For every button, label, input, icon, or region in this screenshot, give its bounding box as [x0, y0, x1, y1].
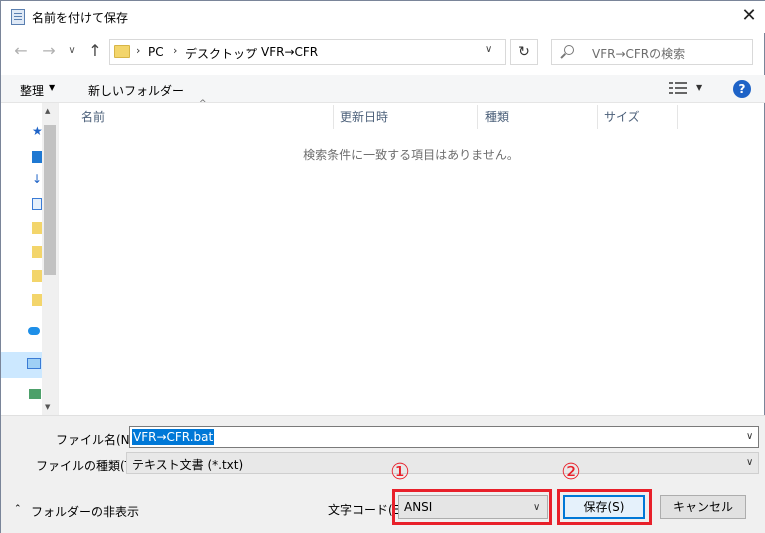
help-icon[interactable]: ? — [733, 80, 751, 98]
onedrive-cloud-icon[interactable] — [28, 327, 40, 335]
save-as-dialog: 名前を付けて保存 ✕ ← → ∨ ↑ › PC › デスクトップ › VFR→C… — [0, 0, 765, 533]
this-pc-icon[interactable] — [27, 358, 41, 369]
filetype-select[interactable]: テキスト文書 (*.txt) ∨ — [126, 452, 759, 474]
up-arrow-icon[interactable]: ↑ — [85, 41, 105, 61]
scrollbar-thumb[interactable] — [44, 125, 56, 275]
column-divider[interactable] — [333, 105, 334, 129]
annotation-highlight-save — [557, 489, 652, 525]
annotation-step-2: ② — [561, 460, 581, 485]
navigation-pane: ★ ↓ ▲ ▼ — [1, 103, 59, 415]
chevron-down-icon[interactable]: ∨ — [746, 431, 753, 442]
empty-list-message: 検索条件に一致する項目はありません。 — [303, 148, 519, 162]
downloads-icon[interactable]: ↓ — [32, 173, 42, 185]
view-options-icon[interactable] — [669, 81, 687, 95]
organize-button[interactable]: 整理 — [20, 82, 44, 99]
column-divider[interactable] — [677, 105, 678, 129]
document-icon — [11, 9, 25, 25]
chevron-up-icon[interactable]: ⌃ — [14, 504, 22, 514]
sort-ascending-icon: ^ — [199, 99, 207, 109]
address-bar[interactable]: › PC › デスクトップ › VFR→CFR ∨ — [109, 39, 506, 65]
refresh-icon[interactable]: ↻ — [510, 39, 538, 65]
breadcrumb-separator-icon: › — [136, 44, 141, 57]
quick-access-star-icon[interactable]: ★ — [32, 125, 43, 137]
column-header-size[interactable]: サイズ — [604, 105, 640, 129]
forward-arrow-icon[interactable]: → — [39, 41, 59, 61]
chevron-down-icon[interactable]: ∨ — [485, 44, 492, 55]
folder-icon — [114, 45, 130, 58]
close-icon[interactable]: ✕ — [732, 1, 765, 31]
column-header-type[interactable]: 種類 — [485, 105, 509, 129]
search-box[interactable]: VFR→CFRの検索 — [551, 39, 753, 65]
scroll-up-icon[interactable]: ▲ — [45, 107, 50, 115]
folder-icon[interactable] — [32, 270, 42, 282]
recent-locations-chevron-icon[interactable]: ∨ — [65, 41, 79, 61]
annotation-highlight-encoding — [392, 489, 552, 525]
breadcrumb-separator-icon: › — [173, 44, 178, 57]
chevron-down-icon[interactable]: ∨ — [746, 457, 753, 468]
search-icon — [564, 45, 574, 55]
window-title: 名前を付けて保存 — [32, 11, 129, 25]
command-bar: 整理 ▼ 新しいフォルダー ▼ — [1, 75, 765, 103]
filename-field[interactable]: VFR→CFR.bat ∨ — [129, 426, 759, 448]
breadcrumb-separator-icon: › — [247, 44, 252, 57]
hide-folders-button[interactable]: フォルダーの非表示 — [31, 503, 139, 520]
documents-icon[interactable] — [32, 198, 42, 210]
folder-icon[interactable] — [32, 294, 42, 306]
search-input[interactable]: VFR→CFRの検索 — [592, 45, 685, 62]
cancel-button[interactable]: キャンセル — [660, 495, 746, 519]
scroll-down-icon[interactable]: ▼ — [45, 403, 50, 411]
filename-label: ファイル名(N): — [56, 433, 139, 447]
column-header-name[interactable]: 名前 — [81, 105, 105, 129]
view-dropdown-icon[interactable]: ▼ — [696, 83, 702, 92]
title-bar: 名前を付けて保存 ✕ — [1, 1, 765, 33]
organize-dropdown-icon[interactable]: ▼ — [49, 83, 55, 92]
new-folder-button[interactable]: 新しいフォルダー — [88, 82, 184, 99]
breadcrumb-current-folder[interactable]: VFR→CFR — [261, 45, 318, 59]
annotation-step-1: ① — [390, 460, 410, 485]
breadcrumb-pc[interactable]: PC — [148, 45, 164, 59]
column-divider[interactable] — [477, 105, 478, 129]
network-icon[interactable] — [29, 389, 41, 399]
filetype-value: テキスト文書 (*.txt) — [132, 458, 244, 472]
back-arrow-icon[interactable]: ← — [11, 41, 31, 61]
desktop-icon[interactable] — [32, 151, 42, 163]
filename-value[interactable]: VFR→CFR.bat — [132, 429, 215, 445]
folder-icon[interactable] — [32, 246, 42, 258]
folder-icon[interactable] — [32, 222, 42, 234]
column-header-modified[interactable]: 更新日時 — [340, 105, 388, 129]
column-divider[interactable] — [597, 105, 598, 129]
